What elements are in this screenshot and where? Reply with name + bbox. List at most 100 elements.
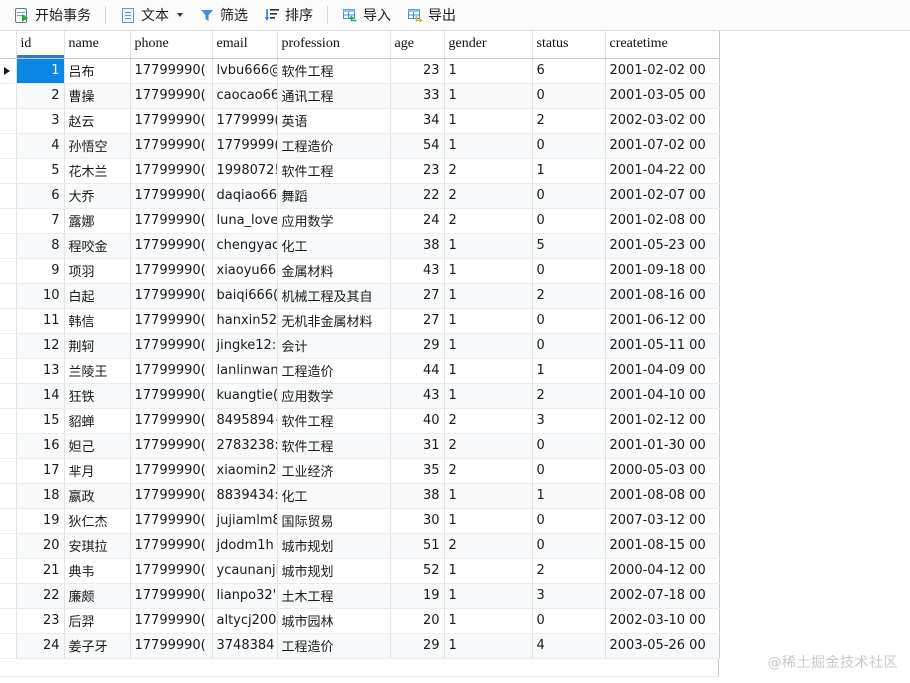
row-indicator-cell[interactable]: [0, 383, 17, 409]
cell-profession[interactable]: 舞蹈: [277, 183, 391, 209]
cell-profession[interactable]: 城市规划: [277, 533, 391, 559]
row-indicator-cell[interactable]: [0, 458, 17, 484]
cell-gender[interactable]: 1: [444, 483, 533, 509]
cell-email[interactable]: 1779999(: [212, 108, 278, 134]
cell-age[interactable]: 33: [390, 83, 445, 109]
cell-age[interactable]: 24: [390, 208, 445, 234]
cell-email[interactable]: hanxin52(: [212, 308, 278, 334]
row-indicator-cell[interactable]: [0, 333, 17, 359]
cell-createtime[interactable]: 2001-02-02 00: [605, 58, 720, 84]
cell-status[interactable]: 5: [532, 233, 606, 259]
cell-email[interactable]: xiaoyu66: [212, 258, 278, 284]
cell-phone[interactable]: 17799990(: [130, 233, 213, 259]
cell-gender[interactable]: 1: [444, 633, 533, 659]
cell-age[interactable]: 22: [390, 183, 445, 209]
cell-profession[interactable]: 软件工程: [277, 408, 391, 434]
cell-status[interactable]: 4: [532, 633, 606, 659]
cell-createtime[interactable]: 2007-03-12 00: [605, 508, 720, 534]
cell-phone[interactable]: 17799990(: [130, 183, 213, 209]
cell-gender[interactable]: 2: [444, 433, 533, 459]
cell-phone[interactable]: 17799990(: [130, 358, 213, 384]
cell-name[interactable]: 姜子牙: [64, 633, 131, 659]
row-indicator-cell[interactable]: [0, 233, 17, 259]
cell-profession[interactable]: 土木工程: [277, 583, 391, 609]
cell-name[interactable]: 安琪拉: [64, 533, 131, 559]
table-row[interactable]: 18 嬴政 17799990(8839434: 化工 38 1 1 2001-08-08 00: [0, 483, 720, 509]
cell-id[interactable]: 11: [16, 308, 65, 334]
row-indicator-cell[interactable]: [0, 283, 17, 309]
cell-id[interactable]: 9: [16, 258, 65, 284]
cell-id[interactable]: 4: [16, 133, 65, 159]
cell-status[interactable]: 3: [532, 408, 606, 434]
table-row[interactable]: 19 狄仁杰 17799990(jujiamlm8 国际贸易 30 1 0 2007-03-1…: [0, 508, 720, 534]
table-row[interactable]: 15 貂蝉 17799990(8495894{软件工程 40 2 3 2001-02-12 …: [0, 408, 720, 434]
cell-email[interactable]: baiqi666(: [212, 283, 278, 309]
cell-name[interactable]: 程咬金: [64, 233, 131, 259]
row-indicator-cell[interactable]: [0, 583, 17, 609]
column-header-email[interactable]: email: [212, 31, 278, 59]
cell-id[interactable]: 8: [16, 233, 65, 259]
table-row[interactable]: 23 后羿 17799990(altycj200 城市园林 20 1 0 2002-03-10…: [0, 608, 720, 634]
cell-createtime[interactable]: 2001-09-18 00: [605, 258, 720, 284]
cell-age[interactable]: 43: [390, 383, 445, 409]
cell-age[interactable]: 38: [390, 233, 445, 259]
cell-name[interactable]: 项羽: [64, 258, 131, 284]
cell-profession[interactable]: 工程造价: [277, 358, 391, 384]
cell-age[interactable]: 31: [390, 433, 445, 459]
cell-createtime[interactable]: 2001-02-08 00: [605, 208, 720, 234]
cell-age[interactable]: 52: [390, 558, 445, 584]
cell-phone[interactable]: 17799990(: [130, 383, 213, 409]
table-row[interactable]: 7 露娜 17799990(luna_love 应用数学 24 2 0 2001-02-08 …: [0, 208, 720, 234]
cell-phone[interactable]: 17799990(: [130, 633, 213, 659]
table-row[interactable]: 8 程咬金 17799990(chengyac 化工 38 1 5 2001-05-23 00: [0, 233, 720, 259]
cell-profession[interactable]: 软件工程: [277, 58, 391, 84]
column-header-status[interactable]: status: [532, 31, 606, 59]
cell-name[interactable]: 后羿: [64, 608, 131, 634]
cell-gender[interactable]: 1: [444, 108, 533, 134]
cell-phone[interactable]: 17799990(: [130, 408, 213, 434]
cell-gender[interactable]: 1: [444, 58, 533, 84]
row-indicator-cell[interactable]: [0, 158, 17, 184]
cell-email[interactable]: lanlinwan: [212, 358, 278, 384]
cell-name[interactable]: 曹操: [64, 83, 131, 109]
cell-id[interactable]: 22: [16, 583, 65, 609]
cell-gender[interactable]: 2: [444, 208, 533, 234]
cell-age[interactable]: 40: [390, 408, 445, 434]
cell-profession[interactable]: 化工: [277, 233, 391, 259]
cell-phone[interactable]: 17799990(: [130, 208, 213, 234]
cell-profession[interactable]: 金属材料: [277, 258, 391, 284]
cell-phone[interactable]: 17799990(: [130, 258, 213, 284]
row-indicator-cell[interactable]: [0, 633, 17, 659]
table-row[interactable]: 21 典韦 17799990(ycaunanji 城市规划 52 1 2 2000-04-12…: [0, 558, 720, 584]
cell-createtime[interactable]: 2001-08-08 00: [605, 483, 720, 509]
cell-phone[interactable]: 17799990(: [130, 308, 213, 334]
cell-createtime[interactable]: 2001-05-23 00: [605, 233, 720, 259]
cell-phone[interactable]: 17799990(: [130, 558, 213, 584]
cell-email[interactable]: 1779999(: [212, 133, 278, 159]
row-indicator-cell[interactable]: [0, 308, 17, 334]
column-header-createtime[interactable]: createtime: [605, 31, 720, 59]
cell-id[interactable]: 15: [16, 408, 65, 434]
cell-gender[interactable]: 1: [444, 233, 533, 259]
cell-gender[interactable]: 1: [444, 383, 533, 409]
cell-status[interactable]: 0: [532, 533, 606, 559]
cell-age[interactable]: 23: [390, 158, 445, 184]
table-row[interactable]: 20 安琪拉 17799990(jdodm1h 城市规划 51 2 0 2001-08-15 …: [0, 533, 720, 559]
cell-id[interactable]: 14: [16, 383, 65, 409]
cell-profession[interactable]: 城市规划: [277, 558, 391, 584]
row-indicator-cell[interactable]: [0, 358, 17, 384]
row-indicator-cell[interactable]: [0, 558, 17, 584]
cell-age[interactable]: 35: [390, 458, 445, 484]
cell-status[interactable]: 0: [532, 83, 606, 109]
cell-profession[interactable]: 化工: [277, 483, 391, 509]
cell-name[interactable]: 赵云: [64, 108, 131, 134]
export-button[interactable]: 导出: [399, 2, 464, 29]
cell-profession[interactable]: 软件工程: [277, 433, 391, 459]
row-indicator-cell[interactable]: [0, 533, 17, 559]
cell-status[interactable]: 0: [532, 183, 606, 209]
cell-email[interactable]: lvbu666@: [212, 58, 278, 84]
cell-phone[interactable]: 17799990(: [130, 58, 213, 84]
cell-phone[interactable]: 17799990(: [130, 108, 213, 134]
cell-profession[interactable]: 英语: [277, 108, 391, 134]
cell-id[interactable]: 1: [16, 58, 65, 84]
